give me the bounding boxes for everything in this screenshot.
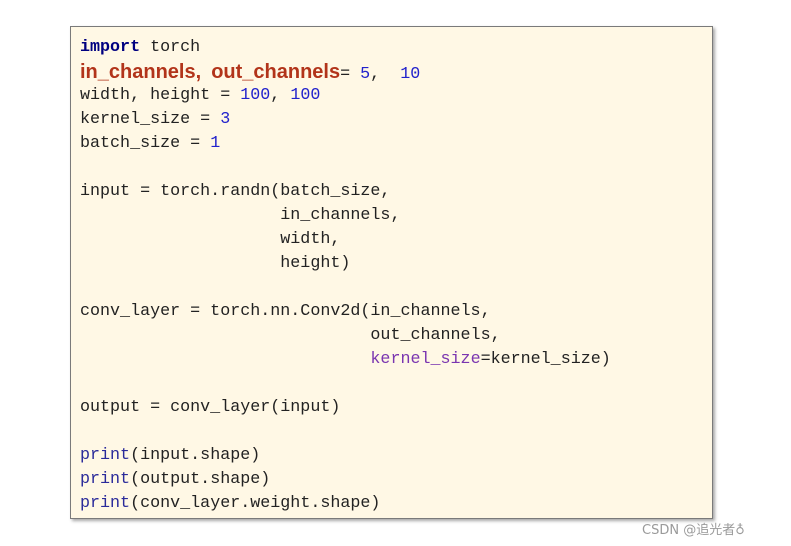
code-token: 1: [210, 134, 221, 153]
code-token: 3: [220, 110, 231, 129]
code-token: (conv_layer.weight.shape): [130, 494, 381, 513]
code-token: print: [80, 470, 131, 489]
code-line: batch_size = 1: [80, 132, 611, 156]
code-line: in_channels, out_channels= 5, 10: [80, 60, 611, 84]
code-token: print: [80, 446, 131, 465]
code-token: input = torch.randn(batch_size,: [80, 182, 391, 201]
code-token: =kernel_size): [480, 350, 611, 369]
code-token: batch_size =: [80, 134, 211, 153]
code-token: ,: [270, 86, 291, 105]
code-line: print(input.shape): [80, 444, 611, 468]
code-token: in_channels: [80, 61, 196, 83]
code-token: torch: [140, 38, 201, 57]
code-line: input = torch.randn(batch_size,: [80, 180, 611, 204]
code-line: print(output.shape): [80, 468, 611, 492]
code-token: 100: [290, 86, 321, 105]
code-line: width,: [80, 228, 611, 252]
code-line: kernel_size = 3: [80, 108, 611, 132]
code-box: import torch in_channels, out_channels= 5…: [70, 26, 713, 519]
code-token: 10: [400, 65, 421, 84]
code-token: kernel_size =: [80, 110, 221, 129]
watermark: CSDN @追光者♁: [642, 523, 745, 538]
code-block: import torch in_channels, out_channels= 5…: [80, 36, 611, 516]
code-token: import: [80, 38, 141, 57]
code-token: output = conv_layer(input): [80, 398, 341, 417]
code-line: kernel_size=kernel_size): [80, 348, 611, 372]
code-token: in_channels,: [80, 206, 401, 225]
code-token: ,: [370, 65, 401, 84]
code-token: 5: [360, 65, 371, 84]
code-line: conv_layer = torch.nn.Conv2d(in_channels…: [80, 300, 611, 324]
code-token: conv_layer = torch.nn.Conv2d(in_channels…: [80, 302, 491, 321]
code-token: kernel_size: [370, 350, 481, 369]
code-token: width,: [80, 230, 341, 249]
code-line: print(conv_layer.weight.shape): [80, 492, 611, 516]
code-token: print: [80, 494, 131, 513]
code-token: (input.shape): [130, 446, 261, 465]
code-token: 100: [240, 86, 271, 105]
code-line: in_channels,: [80, 204, 611, 228]
code-line: width, height = 100, 100: [80, 84, 611, 108]
code-token: width, height =: [80, 86, 241, 105]
code-line: height): [80, 252, 611, 276]
code-token: height): [80, 254, 351, 273]
code-token: (output.shape): [130, 470, 271, 489]
code-token: out_channels,: [80, 326, 501, 345]
code-token: =: [340, 65, 361, 84]
code-line: out_channels,: [80, 324, 611, 348]
code-token: out_channels: [211, 61, 341, 83]
code-line: import torch: [80, 36, 611, 60]
code-line: output = conv_layer(input): [80, 396, 611, 420]
